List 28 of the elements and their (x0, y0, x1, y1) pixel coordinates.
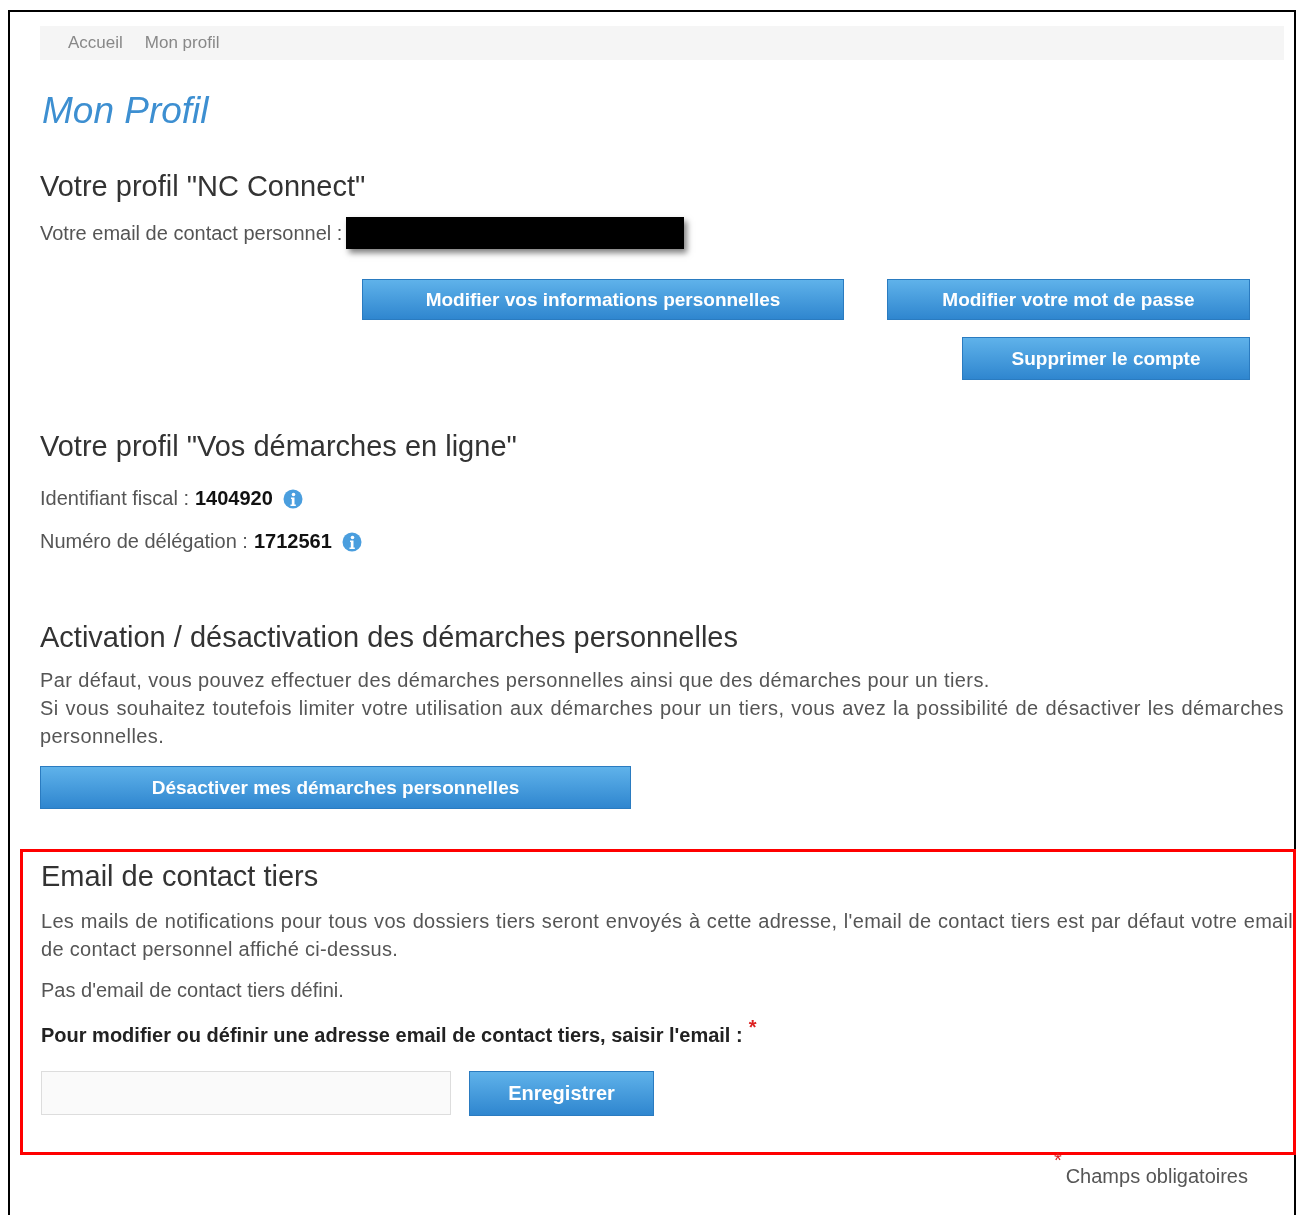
field-value: 1404920 (194, 487, 273, 510)
email-label: Votre email de contact personnel : (40, 221, 343, 245)
breadcrumb-link[interactable]: Accueil (68, 33, 123, 53)
paragraph: Si vous souhaitez toutefois limiter votre utilisation aux démarches pour un tiers, vous avez la possibilité de désactiver les démarches personnelles. (40, 696, 1284, 749)
breadcrumb-link[interactable]: Mon profil (144, 33, 220, 53)
email-input[interactable] (41, 1071, 451, 1115)
info-icon[interactable] (341, 531, 362, 552)
info-icon[interactable] (282, 488, 303, 509)
delete-account-button[interactable]: Supprimer le compte (962, 337, 1250, 380)
paragraph: Par défaut, vous pouvez effectuer des démarches personnelles ainsi que des démarches pour un tiers. (40, 668, 991, 693)
page-title: Mon Profil (42, 90, 211, 132)
required-note: Champs obligatoires (1065, 1165, 1248, 1188)
field-label: Numéro de délégation : (40, 530, 248, 553)
required-mark: * (748, 1016, 757, 1039)
required-mark: * (1053, 1149, 1062, 1172)
status-text: Pas d'email de contact tiers défini. (41, 979, 345, 1002)
field-value: 1712561 (253, 530, 332, 553)
section-heading: Votre profil "NC Connect" (40, 170, 367, 203)
field-label: Pour modifier ou définir une adresse email de contact tiers, saisir l'email : (41, 1024, 743, 1047)
section-heading: Activation / désactivation des démarches personnelles (40, 621, 739, 654)
edit-info-button[interactable]: Modifier vos informations personnelles (362, 279, 844, 320)
description: Les mails de notifications pour tous vos dossiers tiers seront envoyés à cette adresse, l'email de contact tiers est par défaut votre email de contact personnel affiché ci-dessus. (41, 909, 1293, 962)
save-button[interactable]: Enregistrer (469, 1071, 654, 1116)
change-password-button[interactable]: Modifier votre mot de passe (887, 279, 1250, 320)
deactivate-button[interactable]: Désactiver mes démarches personnelles (40, 766, 631, 809)
section-heading: Votre profil "Vos démarches en ligne" (40, 430, 518, 463)
section-heading: Email de contact tiers (41, 860, 320, 893)
field-label: Identifiant fiscal : (40, 487, 189, 510)
